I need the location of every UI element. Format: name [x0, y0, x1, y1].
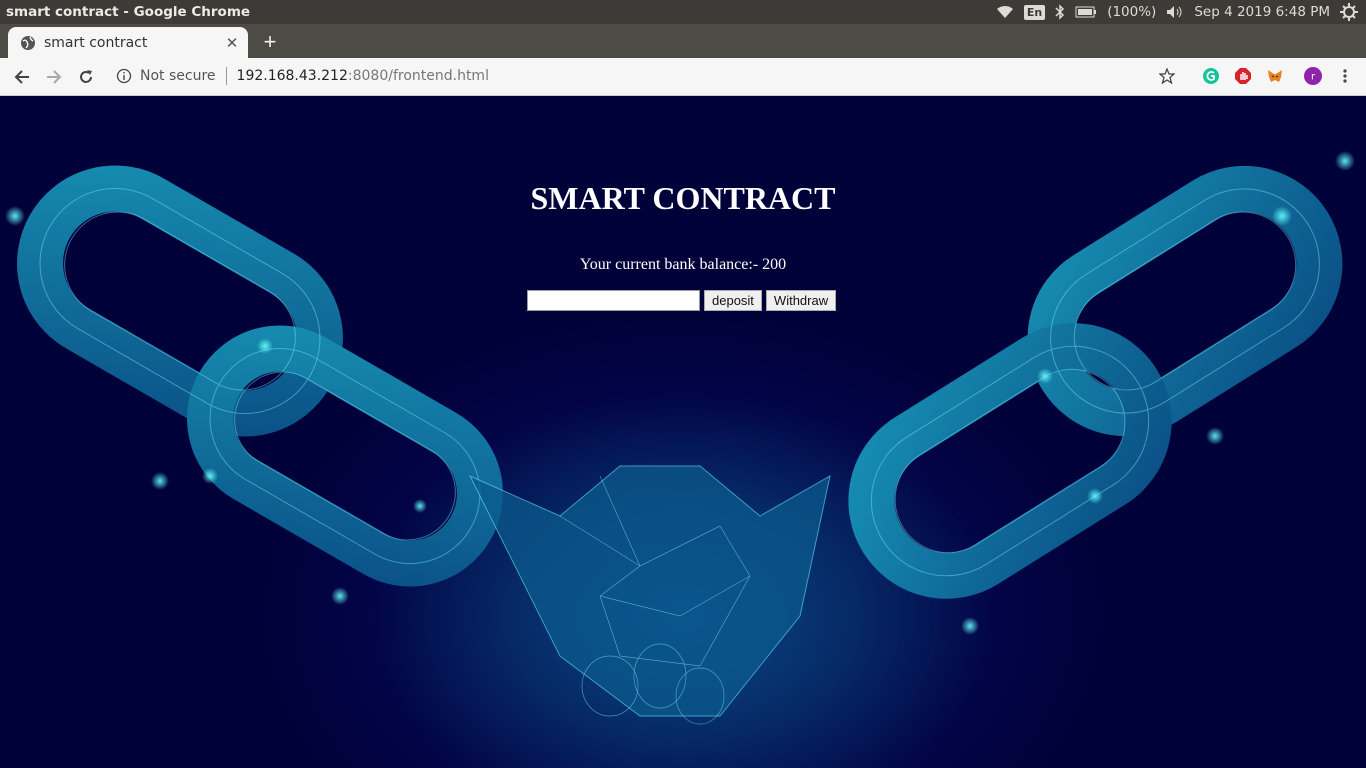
transaction-form: deposit Withdraw — [527, 290, 837, 311]
withdraw-button[interactable]: Withdraw — [765, 290, 837, 311]
wifi-icon[interactable] — [996, 3, 1014, 21]
bluetooth-icon[interactable] — [1055, 3, 1065, 21]
url-path: :8080/frontend.html — [347, 68, 489, 84]
reload-icon[interactable] — [70, 61, 102, 93]
tab-title: smart contract — [44, 34, 148, 51]
os-indicators: En (100%) Sep 4 2019 6:48 PM — [996, 0, 1366, 24]
extensions-area: r — [1158, 62, 1366, 90]
profile-avatar[interactable]: r — [1304, 67, 1322, 85]
power-gear-icon[interactable] — [1340, 3, 1358, 21]
separator — [225, 67, 227, 85]
menu-icon[interactable] — [1336, 67, 1354, 85]
window-title: smart contract - Google Chrome — [6, 4, 251, 20]
metamask-icon[interactable] — [1266, 67, 1284, 85]
deposit-button[interactable]: deposit — [704, 290, 762, 311]
page-content: SMART CONTRACT Your current bank balance… — [0, 96, 1366, 768]
star-icon[interactable] — [1158, 67, 1176, 85]
forward-icon[interactable] — [38, 61, 70, 93]
info-icon[interactable] — [116, 68, 132, 84]
security-label[interactable]: Not secure — [140, 68, 216, 84]
adblock-icon[interactable] — [1234, 67, 1252, 85]
tab-smart-contract[interactable]: smart contract ✕ — [8, 27, 248, 58]
url-host: 192.168.43.212 — [236, 68, 348, 84]
amount-input[interactable] — [527, 290, 700, 311]
grammarly-icon[interactable] — [1202, 67, 1220, 85]
battery-percent: (100%) — [1107, 4, 1157, 20]
tab-strip: smart contract ✕ — [0, 24, 1366, 58]
os-top-panel: smart contract - Google Chrome En (100%)… — [0, 0, 1366, 24]
address-bar[interactable]: Not secure 192.168.43.212:8080/frontend.… — [110, 62, 1180, 90]
browser-toolbar: Not secure 192.168.43.212:8080/frontend.… — [0, 58, 1366, 96]
balance-text: Your current bank balance:- 200 — [579, 256, 787, 273]
plus-icon[interactable]: + — [258, 29, 282, 54]
close-icon[interactable]: ✕ — [222, 33, 242, 53]
page-title: SMART CONTRACT — [530, 180, 836, 216]
keyboard-language[interactable]: En — [1023, 4, 1046, 20]
back-icon[interactable] — [6, 61, 38, 93]
volume-icon[interactable] — [1166, 3, 1184, 21]
datetime[interactable]: Sep 4 2019 6:48 PM — [1194, 4, 1330, 20]
globe-icon — [20, 35, 36, 51]
battery-icon[interactable] — [1075, 3, 1097, 21]
